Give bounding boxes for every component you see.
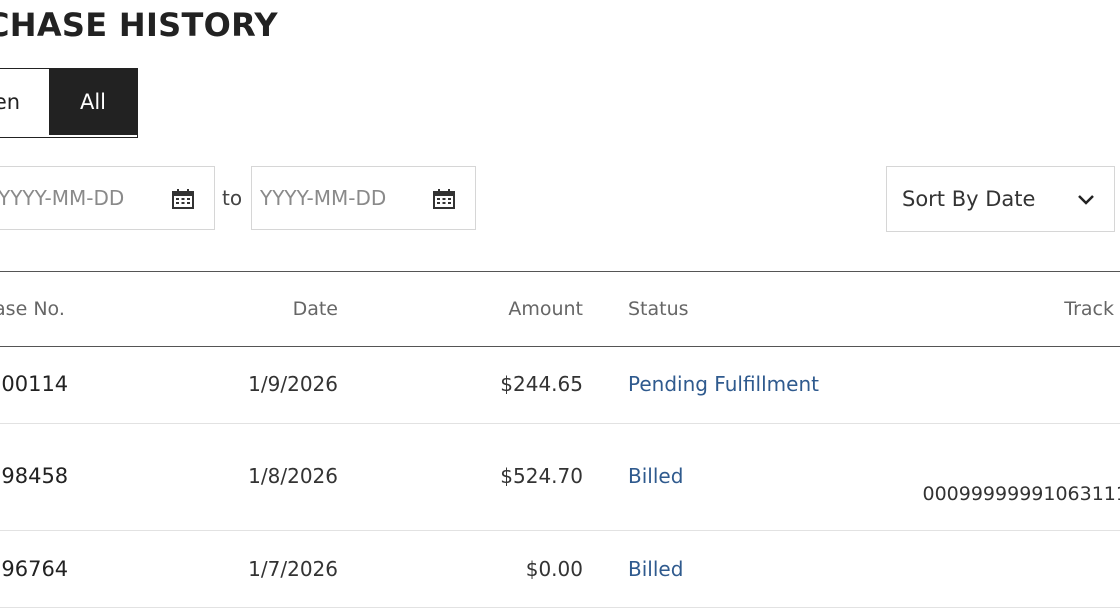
sort-dropdown-label: Sort By Date <box>902 187 1036 211</box>
purchase-status-link[interactable]: Billed <box>628 557 683 581</box>
start-date-field[interactable] <box>0 166 215 230</box>
table-row: 300114 1/9/2026 $244.65 Pending Fulfillm… <box>0 347 1120 424</box>
sort-dropdown[interactable]: Sort By Date <box>886 166 1115 232</box>
table-row: 298458 1/8/2026 $524.70 Billed 000999999… <box>0 424 1120 531</box>
end-date-input[interactable] <box>260 186 420 210</box>
purchase-amount: $524.70 <box>500 464 583 488</box>
table-row: 296764 1/7/2026 $0.00 Billed <box>0 531 1120 608</box>
purchase-status-link[interactable]: Billed <box>628 464 683 488</box>
purchase-number[interactable]: 298458 <box>0 464 68 488</box>
purchase-amount: $0.00 <box>525 557 583 581</box>
purchase-amount: $244.65 <box>500 372 583 396</box>
purchase-date: 1/8/2026 <box>248 464 338 488</box>
purchase-number[interactable]: 300114 <box>0 372 68 396</box>
purchase-history-page: CHASE HISTORY en All to <box>0 0 1120 609</box>
purchase-date: 1/7/2026 <box>248 557 338 581</box>
tracking-number[interactable]: 00099999991063111 <box>922 483 1120 505</box>
purchase-number[interactable]: 296764 <box>0 557 68 581</box>
calendar-icon[interactable] <box>172 189 194 209</box>
header-date: Date <box>292 298 338 320</box>
order-filter-toggle: en All <box>0 68 138 138</box>
calendar-icon[interactable] <box>433 189 455 209</box>
purchase-status-link[interactable]: Pending Fulfillment <box>628 372 819 396</box>
header-tracking: Track <box>1064 298 1114 320</box>
date-range-separator: to <box>222 186 243 210</box>
purchase-date: 1/9/2026 <box>248 372 338 396</box>
header-status: Status <box>628 298 689 320</box>
chevron-down-icon <box>1078 195 1094 205</box>
end-date-field[interactable] <box>251 166 476 230</box>
start-date-input[interactable] <box>0 186 158 210</box>
table-header: hase No. Date Amount Status Track <box>0 272 1120 347</box>
header-purchase-no: hase No. <box>0 298 65 320</box>
filter-open-button[interactable]: en <box>0 69 49 135</box>
filter-all-button[interactable]: All <box>49 69 137 135</box>
page-title: CHASE HISTORY <box>0 6 278 44</box>
header-amount: Amount <box>508 298 583 320</box>
